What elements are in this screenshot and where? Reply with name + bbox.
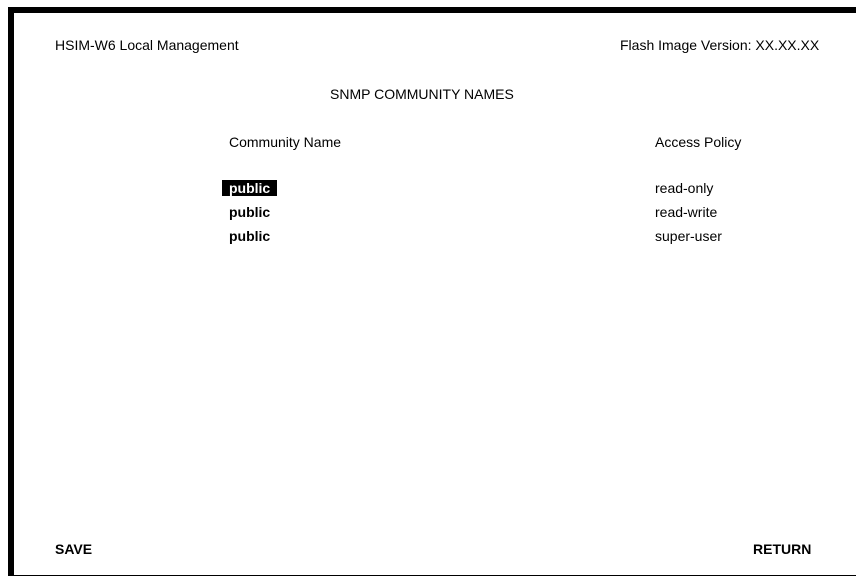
flash-image-version: Flash Image Version: XX.XX.XX (620, 37, 820, 53)
return-button[interactable]: RETURN (753, 541, 811, 557)
save-button[interactable]: SAVE (55, 541, 92, 557)
community-name-field[interactable]: public (222, 228, 277, 244)
access-policy-value: read-only (655, 180, 714, 196)
community-name-field[interactable]: public (222, 204, 277, 220)
column-header-access-policy: Access Policy (655, 134, 742, 150)
column-header-community-name: Community Name (229, 134, 342, 150)
page-title: SNMP COMMUNITY NAMES (330, 86, 514, 102)
access-policy-value: read-write (655, 204, 718, 220)
community-name-field[interactable]: public (222, 180, 278, 196)
app-title: HSIM-W6 Local Management (55, 37, 239, 53)
access-policy-value: super-user (655, 228, 722, 244)
